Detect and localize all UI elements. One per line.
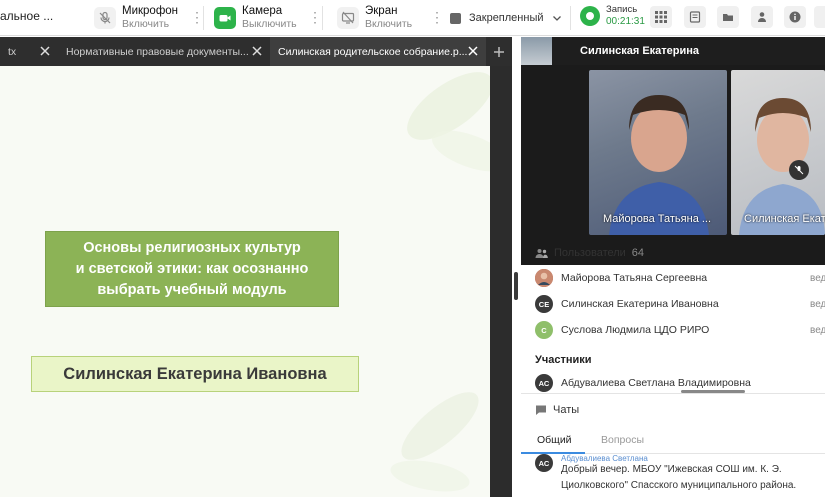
user-name: Силинская Екатерина Ивановна [561,298,719,310]
users-count: 64 [631,247,645,259]
user-name: Абдувалиева Светлана Владимировна [561,377,751,389]
user-row[interactable]: СЕ Силинская Екатерина Ивановна вед [521,292,825,316]
chat-tabs: Общий Вопросы [521,426,825,454]
camera-icon [214,7,236,29]
pinned-layout-icon [450,12,461,24]
add-tab-button[interactable] [486,37,512,66]
tab-questions[interactable]: Вопросы [601,434,644,446]
participants-button[interactable] [751,6,773,28]
record-icon [580,6,600,26]
tab-label: Нормативные правовые документы... [66,45,249,58]
user-role: вед [810,298,825,310]
document-tabs: tx Нормативные правовые документы... Сил… [0,37,512,66]
leaf-decoration-icon [390,392,479,492]
recording-indicator[interactable]: Запись 00:21:31 [580,4,645,28]
layout-label: Закрепленный [469,12,544,24]
avatar: АС [535,454,553,472]
folder-icon [723,14,733,21]
user-name: Майорова Татьяна Сергеевна [561,272,708,284]
camera-label: Камера [242,5,283,17]
chats-panel: Чаты Общий Вопросы АС Абдувалиева Светла… [521,393,825,497]
microphone-label: Микрофон [122,5,179,17]
document-button[interactable] [684,6,706,28]
camera-button[interactable]: Камера Выключить [214,2,297,34]
microphone-button[interactable]: Микрофон Включить [94,2,178,34]
microphone-more-icon[interactable]: ⋮ [190,10,204,24]
presentation-area: tx Нормативные правовые документы... Сил… [0,37,512,497]
info-icon [789,11,801,23]
user-role: вед [810,324,825,336]
meeting-title: альное ... [0,9,54,23]
slide-title-box: Основы религиозных культур и светской эт… [45,231,339,307]
tab-document-3[interactable]: Силинская родительское собрание.p... [270,37,486,66]
microphone-status: Включить [122,18,170,30]
avatar [535,269,553,287]
leaf-decoration-icon [407,72,490,172]
screen-label: Экран [365,5,398,17]
user-name: Суслова Людмила ЦДО РИРО [561,324,710,336]
grid-view-button[interactable] [650,6,672,28]
screen-more-icon[interactable]: ⋮ [430,10,444,24]
record-label: Запись [606,4,638,15]
user-row[interactable]: АС Абдувалиева Светлана Владимировна [521,371,825,395]
camera-more-icon[interactable]: ⋮ [308,10,322,24]
chevron-down-icon [552,16,561,21]
chat-icon [536,405,546,415]
chats-title: Чаты [553,404,580,416]
tab-document-1[interactable]: tx [0,37,58,66]
video-participant-name: Силинская Екате [744,213,825,225]
tab-label: Силинская родительское собрание.p... [278,45,468,58]
tab-document-2[interactable]: Нормативные правовые документы... [58,37,270,66]
close-icon[interactable] [466,44,480,58]
speaker-thumbnail [521,37,552,65]
layout-select[interactable]: Закрепленный [450,6,562,30]
folder-button[interactable] [717,6,739,28]
slide-title: Основы религиозных культур и светской эт… [75,239,309,298]
users-title: Пользователи [554,247,626,259]
top-toolbar: альное ... Микрофон Включить ⋮ Камера Вы… [0,0,825,36]
avatar: С [535,321,553,339]
presentation-slide: Основы религиозных культур и светской эт… [0,66,490,497]
screen-share-off-icon [337,7,359,29]
video-strip: Майорова Татьяна ... Силинская Екате [521,65,825,265]
video-tile[interactable]: Силинская Екате [731,70,825,235]
screen-share-button[interactable]: Экран Включить [337,2,412,34]
microphone-off-icon [94,7,116,29]
person-lock-icon [758,12,766,22]
record-timer: 00:21:31 [606,16,645,27]
user-row[interactable]: С Суслова Людмила ЦДО РИРО вед [521,318,825,342]
user-row[interactable]: Майорова Татьяна Сергеевна вед [521,266,825,290]
document-icon [689,11,701,23]
users-header[interactable]: Пользователи 64 [521,240,825,266]
slide-author-box: Силинская Екатерина Ивановна [31,356,359,392]
active-speaker-name: Силинская Екатерина [580,45,700,57]
more-button[interactable] [814,6,825,28]
plus-icon [494,46,504,57]
video-participant-name: Майорова Татьяна ... [603,213,712,225]
tab-general[interactable]: Общий [537,434,572,446]
participant-video [739,98,825,235]
grid-icon [655,11,667,23]
slide-author: Силинская Екатерина Ивановна [63,364,327,383]
participants-section-title: Участники [535,354,592,366]
screen-status: Включить [365,18,413,30]
message-text: Добрый вечер. МБОУ "Ижевская СОШ им. К. … [561,464,797,491]
participant-video [609,95,709,235]
video-tile[interactable]: Майорова Татьяна ... [589,70,727,235]
users-icon [535,248,548,258]
tab-label: tx [8,45,17,58]
chats-header[interactable]: Чаты [535,404,579,416]
right-panel: Силинская Екатерина Майорова Татьяна ...… [521,37,825,497]
avatar: АС [535,374,553,392]
microphone-muted-icon [789,160,809,180]
close-icon[interactable] [250,44,264,58]
info-button[interactable] [784,6,806,28]
avatar: СЕ [535,295,553,313]
user-role: вед [810,272,825,284]
close-icon[interactable] [38,44,52,58]
active-speaker-bar: Силинская Екатерина [521,37,825,65]
panel-resize-handle[interactable] [514,272,518,300]
camera-status: Выключить [242,18,297,30]
